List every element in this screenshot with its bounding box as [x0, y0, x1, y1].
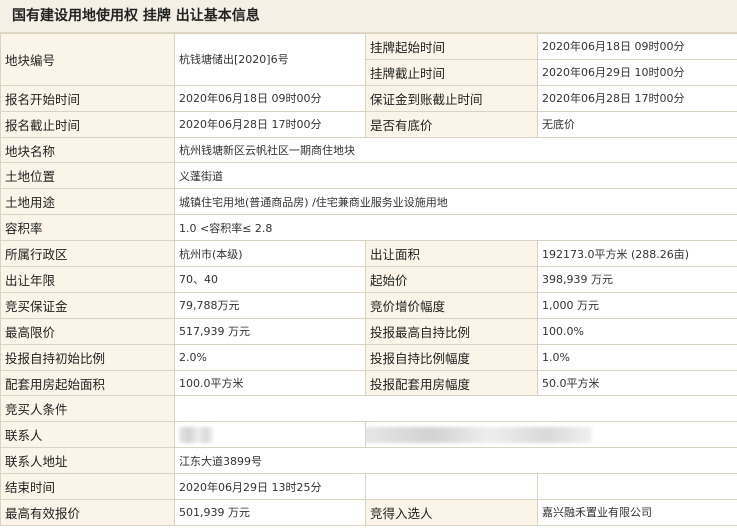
- table-row: 地块名称 杭州钱塘新区云帆社区一期商住地块: [0, 136, 737, 164]
- table-row: 报名开始时间 2020年06月18日 09时00分 保证金到账截止时间 2020…: [0, 84, 737, 112]
- land-use-label: 土地用途: [0, 188, 175, 216]
- bid-deposit-value: 79,788万元: [174, 291, 366, 319]
- listing-end-value: 2020年06月29日 10时00分: [537, 58, 737, 86]
- table-row: 联系人: [0, 421, 737, 449]
- reserve-price-label: 是否有底价: [365, 110, 538, 138]
- location-label: 土地位置: [0, 162, 175, 190]
- table-row: 报名截止时间 2020年06月28日 17时00分 是否有底价 无底价: [0, 110, 737, 138]
- bidder-conditions-label: 竞买人条件: [0, 395, 175, 423]
- winner-label: 竞得入选人: [365, 499, 538, 526]
- redacted-contact-name: [179, 426, 213, 443]
- term-value: 70、40: [174, 266, 366, 293]
- empty-cell: [537, 473, 737, 501]
- area-value: 192173.0平方米 (288.26亩): [537, 240, 737, 268]
- redacted-contact-phone: [366, 426, 592, 443]
- listing-end-label: 挂牌截止时间: [365, 58, 538, 86]
- table-row: 竞买人条件: [0, 395, 737, 423]
- table-row: 联系人地址 江东大道3899号: [0, 447, 737, 475]
- table-row: 土地位置 义蓬街道: [0, 162, 737, 190]
- parcel-name-label: 地块名称: [0, 136, 175, 164]
- highest-bid-value: 501,939 万元: [174, 499, 366, 526]
- contact-address-value: 江东大道3899号: [174, 447, 737, 475]
- district-label: 所属行政区: [0, 240, 175, 268]
- end-time-value: 2020年06月29日 13时25分: [174, 473, 366, 501]
- table-row: 投报自持初始比例 2.0% 投报自持比例幅度 1.0%: [0, 343, 737, 371]
- reg-start-value: 2020年06月18日 09时00分: [174, 84, 366, 112]
- init-self-hold-ratio-value: 2.0%: [174, 343, 366, 371]
- reg-end-value: 2020年06月28日 17时00分: [174, 110, 366, 138]
- increment-value: 1,000 万元: [537, 291, 737, 319]
- empty-cell: [365, 473, 538, 501]
- deposit-deadline-value: 2020年06月28日 17时00分: [537, 84, 737, 112]
- table-row: 土地用途 城镇住宅用地(普通商品房) /住宅兼商业服务业设施用地: [0, 188, 737, 216]
- highest-bid-label: 最高有效报价: [0, 499, 175, 526]
- bidder-conditions-value: [174, 395, 737, 423]
- winner-value: 嘉兴融禾置业有限公司: [537, 499, 737, 526]
- reserve-price-value: 无底价: [537, 110, 737, 138]
- table-row: 最高有效报价 501,939 万元 竞得入选人 嘉兴融禾置业有限公司: [0, 499, 737, 526]
- listing-start-value: 2020年06月18日 09时00分: [537, 33, 737, 60]
- max-self-hold-ratio-value: 100.0%: [537, 317, 737, 345]
- start-price-value: 398,939 万元: [537, 266, 737, 293]
- contact-address-label: 联系人地址: [0, 447, 175, 475]
- end-time-label: 结束时间: [0, 473, 175, 501]
- land-info-table: 地块编号 杭钱塘储出[2020]6号 挂牌起始时间 2020年06月18日 09…: [0, 33, 737, 526]
- table-row: 结束时间 2020年06月29日 13时25分: [0, 473, 737, 501]
- parcel-no-label: 地块编号: [0, 33, 175, 86]
- table-row: 竞买保证金 79,788万元 竞价增价幅度 1,000 万元: [0, 291, 737, 319]
- deposit-deadline-label: 保证金到账截止时间: [365, 84, 538, 112]
- plot-ratio-label: 容积率: [0, 214, 175, 242]
- plot-ratio-value: 1.0 <容积率≤ 2.8: [174, 214, 737, 242]
- contact-label: 联系人: [0, 421, 175, 449]
- table-row: 最高限价 517,939 万元 投报最高自持比例 100.0%: [0, 317, 737, 345]
- table-row: 容积率 1.0 <容积率≤ 2.8: [0, 214, 737, 242]
- reg-end-label: 报名截止时间: [0, 110, 175, 138]
- listing-start-label: 挂牌起始时间: [365, 33, 538, 60]
- table-row: 所属行政区 杭州市(本级) 出让面积 192173.0平方米 (288.26亩): [0, 240, 737, 268]
- location-value: 义蓬街道: [174, 162, 737, 190]
- max-price-label: 最高限价: [0, 317, 175, 345]
- supporting-start-area-value: 100.0平方米: [174, 369, 366, 397]
- land-use-value: 城镇住宅用地(普通商品房) /住宅兼商业服务业设施用地: [174, 188, 737, 216]
- max-price-value: 517,939 万元: [174, 317, 366, 345]
- increment-label: 竞价增价幅度: [365, 291, 538, 319]
- district-value: 杭州市(本级): [174, 240, 366, 268]
- supporting-start-area-label: 配套用房起始面积: [0, 369, 175, 397]
- self-hold-increment-label: 投报自持比例幅度: [365, 343, 538, 371]
- init-self-hold-ratio-label: 投报自持初始比例: [0, 343, 175, 371]
- start-price-label: 起始价: [365, 266, 538, 293]
- page: 国有建设用地使用权 挂牌 出让基本信息 地块编号 杭钱塘储出[2020]6号 挂…: [0, 0, 737, 531]
- page-title: 国有建设用地使用权 挂牌 出让基本信息: [0, 0, 737, 33]
- supporting-increment-value: 50.0平方米: [537, 369, 737, 397]
- table-row: 地块编号 杭钱塘储出[2020]6号 挂牌起始时间 2020年06月18日 09…: [0, 33, 737, 86]
- supporting-increment-label: 投报配套用房幅度: [365, 369, 538, 397]
- term-label: 出让年限: [0, 266, 175, 293]
- self-hold-increment-value: 1.0%: [537, 343, 737, 371]
- reg-start-label: 报名开始时间: [0, 84, 175, 112]
- contact-phone-value: [365, 421, 737, 449]
- bid-deposit-label: 竞买保证金: [0, 291, 175, 319]
- parcel-name-value: 杭州钱塘新区云帆社区一期商住地块: [174, 136, 737, 164]
- table-row: 配套用房起始面积 100.0平方米 投报配套用房幅度 50.0平方米: [0, 369, 737, 397]
- table-row: 出让年限 70、40 起始价 398,939 万元: [0, 266, 737, 293]
- area-label: 出让面积: [365, 240, 538, 268]
- max-self-hold-ratio-label: 投报最高自持比例: [365, 317, 538, 345]
- contact-name-value: [174, 421, 366, 449]
- parcel-no-value: 杭钱塘储出[2020]6号: [174, 33, 366, 86]
